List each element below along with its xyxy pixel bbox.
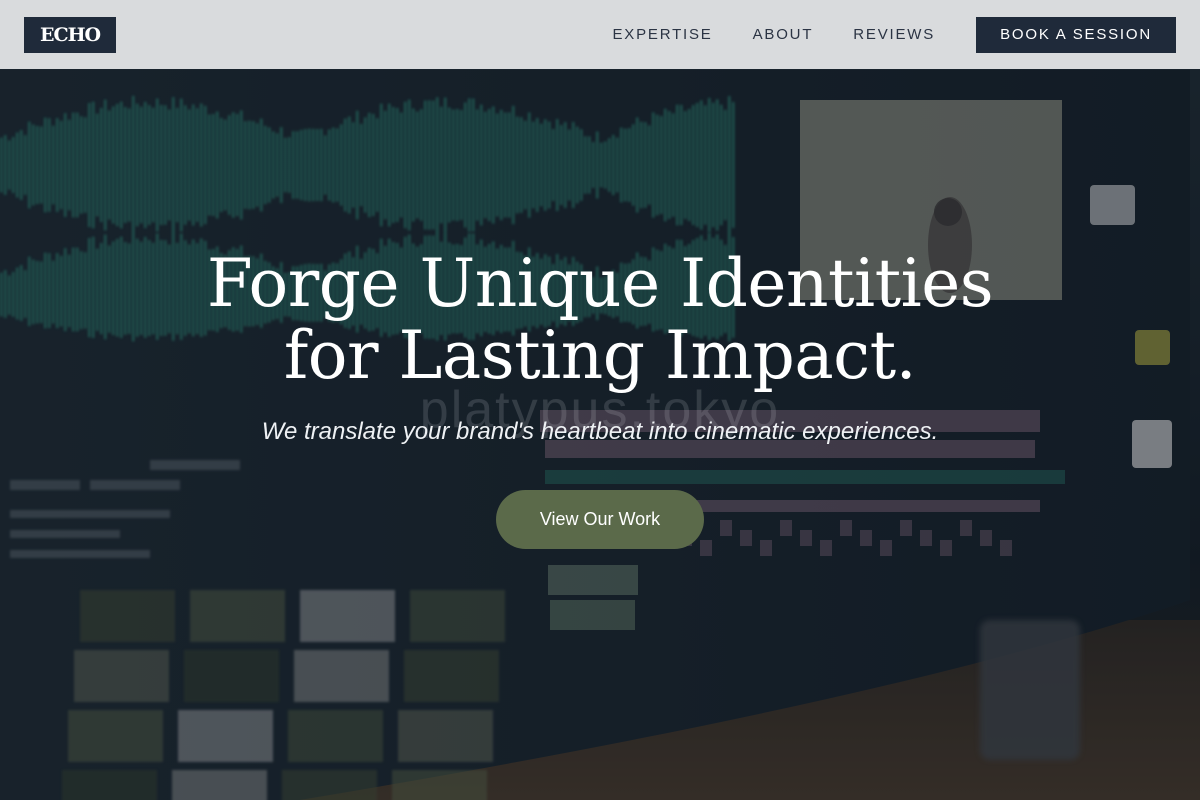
hero-subtitle: We translate your brand's heartbeat into… xyxy=(261,418,939,445)
view-our-work-button[interactable]: View Our Work xyxy=(496,490,704,549)
book-session-button[interactable]: BOOK A SESSION xyxy=(976,16,1176,53)
echo-logo[interactable]: ECHO xyxy=(24,16,117,53)
nav-link-reviews[interactable]: REVIEWS xyxy=(853,26,935,43)
nav-link-expertise[interactable]: EXPERTISE xyxy=(612,26,712,43)
hero-title-line1: Forge Unique Identities xyxy=(206,245,994,322)
nav-link-about[interactable]: ABOUT xyxy=(753,26,814,43)
nav-links: EXPERTISE ABOUT REVIEWS BOOK A SESSION xyxy=(612,16,1176,53)
top-navbar: ECHO EXPERTISE ABOUT REVIEWS BOOK A SESS… xyxy=(0,0,1200,69)
hero-content: Forge Unique Identities for Lasting Impa… xyxy=(0,248,1200,446)
hero-title: Forge Unique Identities for Lasting Impa… xyxy=(0,248,1200,392)
hero-title-line2: for Lasting Impact. xyxy=(283,317,917,394)
